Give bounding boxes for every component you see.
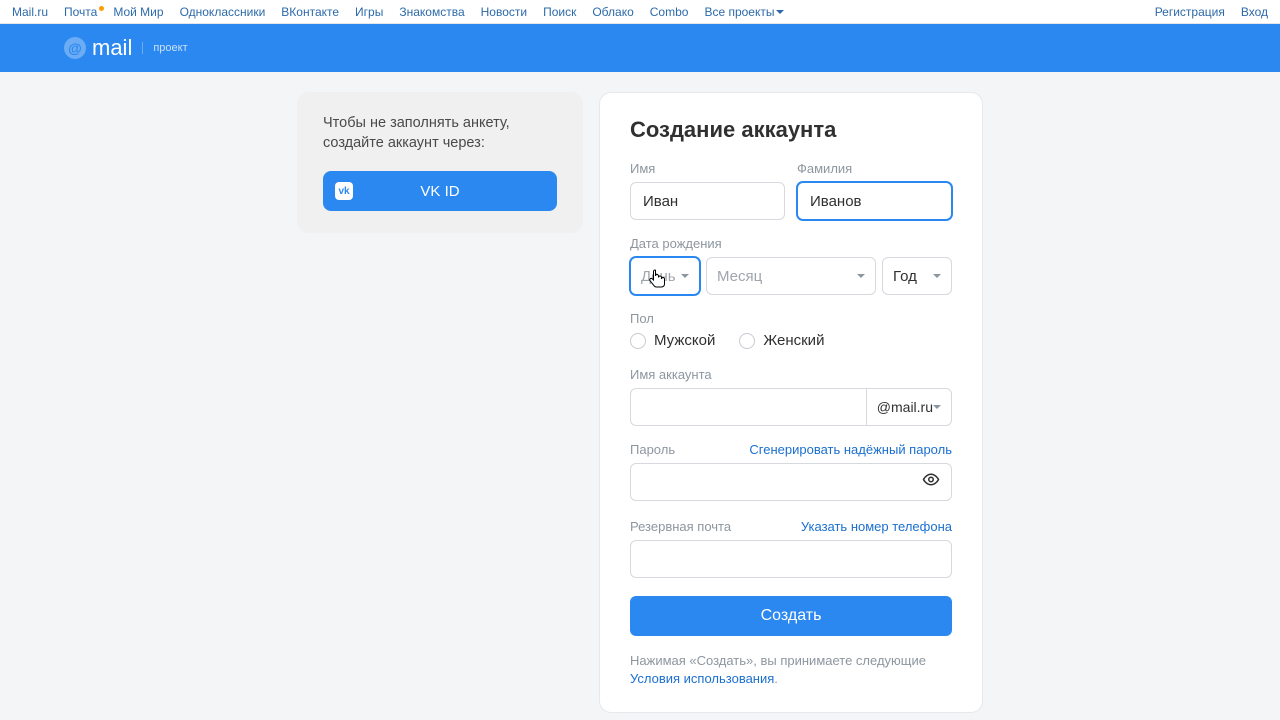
create-button[interactable]: Создать [630,596,952,636]
logo-subtext: проект [142,42,187,54]
password-label: Пароль [630,442,675,457]
dob-month-select[interactable]: Месяц [706,257,876,295]
chevron-down-icon [681,274,689,278]
notification-dot-icon [99,6,104,11]
backup-email-input[interactable] [630,540,952,578]
nav-register[interactable]: Регистрация [1155,5,1225,19]
gender-male-radio[interactable]: Мужской [630,332,715,349]
chevron-down-icon [857,274,865,278]
nav-login[interactable]: Вход [1241,5,1268,19]
domain-select[interactable]: @mail.ru [866,388,952,426]
password-input[interactable] [630,463,952,501]
mail-logo[interactable]: @ mail проект [64,35,188,61]
nav-dating[interactable]: Знакомства [399,5,464,19]
at-icon: @ [64,37,86,59]
nav-pochta[interactable]: Почта [64,5,97,19]
dob-label: Дата рождения [630,236,952,251]
nav-vk[interactable]: ВКонтакте [281,5,339,19]
chevron-down-icon [776,10,784,14]
nav-cloud[interactable]: Облако [592,5,633,19]
eye-icon[interactable] [922,471,940,494]
gender-label: Пол [630,311,952,326]
form-title: Создание аккаунта [630,117,952,143]
dob-year-select[interactable]: Год [882,257,952,295]
logo-text: mail [92,35,132,61]
signup-form: Создание аккаунта Имя Фамилия Дата рожде… [599,92,983,713]
nav-combo[interactable]: Combo [650,5,689,19]
dob-day-select[interactable]: День [630,257,700,295]
chevron-down-icon [933,405,941,409]
lastname-input[interactable] [797,182,952,220]
generate-password-link[interactable]: Сгенерировать надёжный пароль [749,442,952,457]
gender-female-radio[interactable]: Женский [739,332,824,349]
top-nav: Mail.ru Почта Мой Мир Одноклассники ВКон… [0,0,1280,24]
vk-icon: vk [335,182,353,200]
nav-all-projects[interactable]: Все проекты [704,5,784,19]
nav-games[interactable]: Игры [355,5,383,19]
lastname-label: Фамилия [797,161,952,176]
backup-email-label: Резервная почта [630,519,731,534]
radio-icon [739,333,755,349]
radio-icon [630,333,646,349]
nav-news[interactable]: Новости [481,5,527,19]
phone-link[interactable]: Указать номер телефона [801,519,952,534]
vk-id-button[interactable]: vk VK ID [323,171,557,211]
nav-search[interactable]: Поиск [543,5,576,19]
firstname-label: Имя [630,161,785,176]
vk-signup-card: Чтобы не заполнять анкету, создайте акка… [297,92,583,233]
vk-card-text: Чтобы не заполнять анкету, создайте акка… [323,114,557,153]
chevron-down-icon [933,274,941,278]
header-bar: @ mail проект [0,24,1280,72]
nav-moimir[interactable]: Мой Мир [113,5,163,19]
account-input[interactable] [630,388,866,426]
nav-mailru[interactable]: Mail.ru [12,5,48,19]
account-label: Имя аккаунта [630,367,952,382]
nav-ok[interactable]: Одноклассники [180,5,266,19]
firstname-input[interactable] [630,182,785,220]
terms-link[interactable]: Условия использования [630,671,774,686]
terms-text: Нажимая «Создать», вы принимаете следующ… [630,652,952,688]
